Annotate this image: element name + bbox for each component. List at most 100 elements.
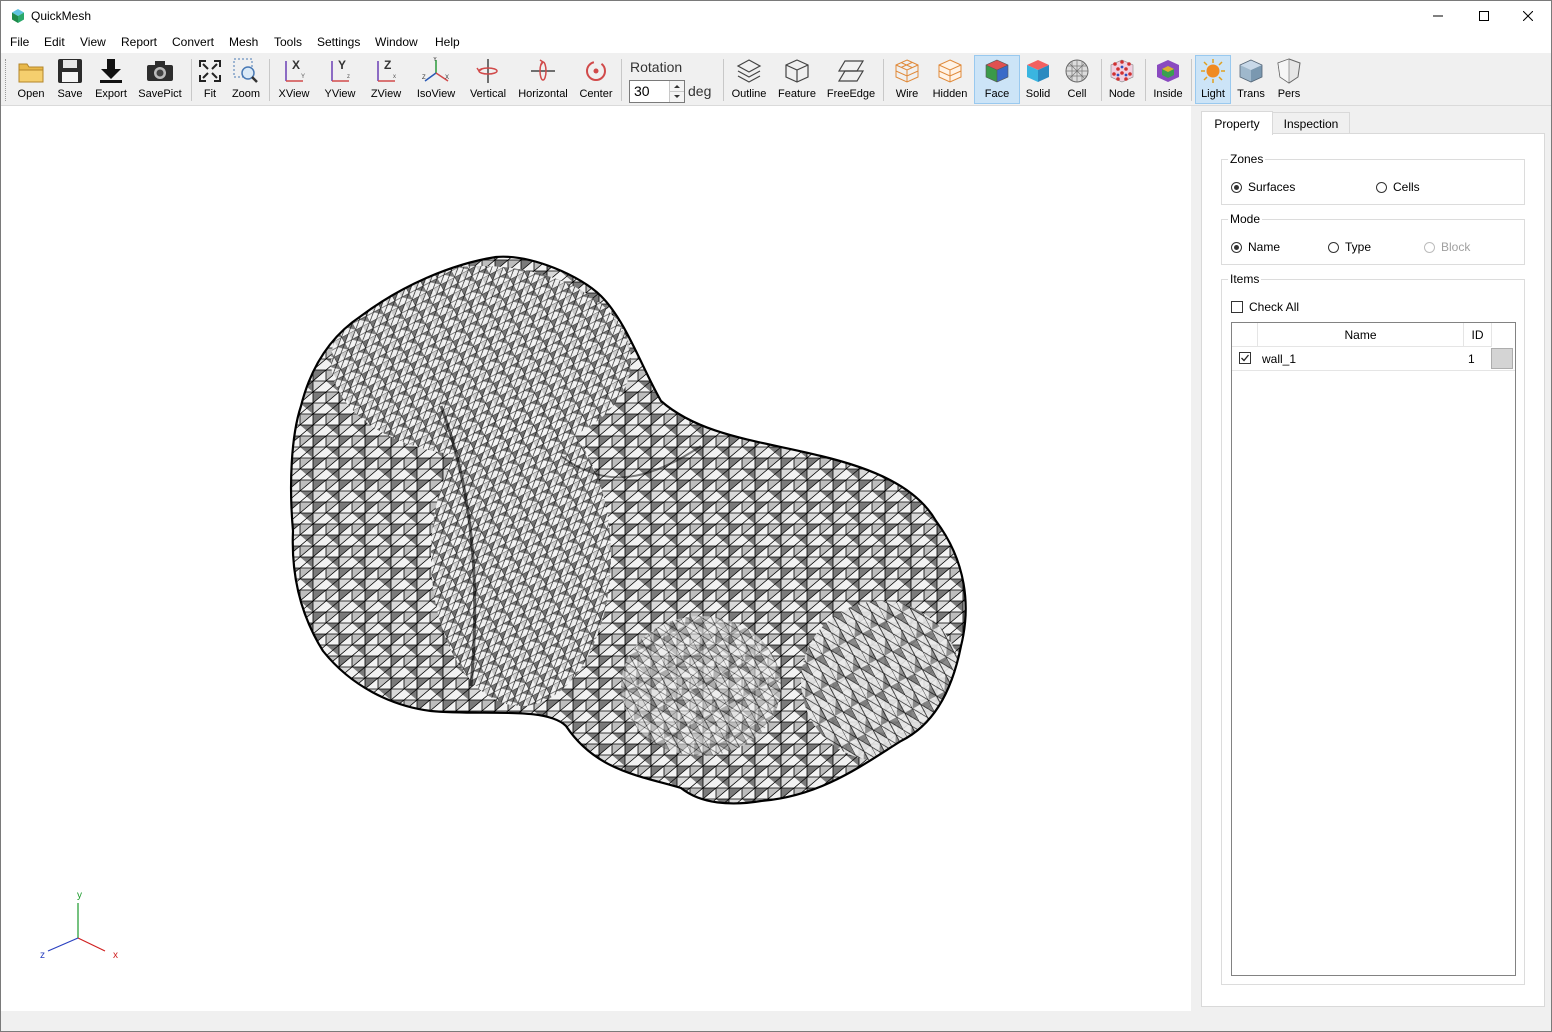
zview-button[interactable]: Z x ZView [367, 56, 405, 103]
toolbar-grip[interactable] [5, 59, 8, 101]
menu-mesh[interactable]: Mesh [229, 35, 258, 49]
rotation-label: Rotation [630, 59, 683, 75]
menu-report[interactable]: Report [121, 35, 157, 49]
menu-file[interactable]: File [10, 35, 29, 49]
save-button[interactable]: Save [53, 56, 87, 103]
menu-window[interactable]: Window [375, 35, 418, 49]
close-button[interactable] [1505, 1, 1551, 31]
radio-name-label: Name [1248, 240, 1281, 254]
radio-type[interactable]: Type [1328, 240, 1371, 254]
fit-button[interactable]: Fit [195, 56, 225, 103]
freeedge-button[interactable]: FreeEdge [825, 56, 877, 103]
pers-label: Pers [1277, 88, 1301, 100]
spin-up-icon[interactable] [670, 81, 684, 91]
svg-text:x: x [393, 74, 396, 80]
svg-text:X: X [445, 75, 449, 81]
menu-help[interactable]: Help [435, 35, 460, 49]
cell-button[interactable]: Cell [1061, 56, 1093, 103]
perspective-shield-icon [1277, 58, 1301, 84]
row-color-button[interactable] [1491, 348, 1513, 369]
horizontal-button[interactable]: Horizontal [515, 56, 571, 103]
inside-button[interactable]: Inside [1149, 56, 1187, 103]
menu-view[interactable]: View [80, 35, 106, 49]
wireframe-cube-icon [895, 59, 919, 83]
face-button[interactable]: Face [974, 55, 1020, 104]
table-header-check [1232, 323, 1258, 347]
3d-viewport[interactable]: y x z [1, 106, 1191, 1011]
yview-button[interactable]: Y z YView [321, 56, 359, 103]
rotation-value: 30 [634, 83, 650, 99]
zview-label: ZView [370, 88, 402, 100]
radio-cells-label: Cells [1393, 180, 1420, 194]
radio-surfaces-label: Surfaces [1248, 180, 1296, 194]
maximize-button[interactable] [1461, 1, 1507, 31]
vertical-button[interactable]: Vertical [467, 56, 509, 103]
solid-cube-icon [1027, 60, 1049, 82]
yview-label: YView [324, 88, 356, 100]
xview-button[interactable]: X Y XView [275, 56, 313, 103]
row-id: 1 [1468, 352, 1475, 366]
open-button[interactable]: Open [13, 56, 49, 103]
center-button[interactable]: Center [577, 56, 615, 103]
minimize-button[interactable] [1415, 1, 1461, 31]
menu-tools[interactable]: Tools [274, 35, 302, 49]
horizontal-rotate-icon [531, 59, 555, 81]
app-window: QuickMesh File Edit View Report Convert … [0, 0, 1552, 1032]
node-label: Node [1108, 88, 1136, 100]
menu-bar: File Edit View Report Convert Mesh Tools… [1, 31, 1551, 53]
menu-convert[interactable]: Convert [172, 35, 214, 49]
tab-inspection[interactable]: Inspection [1272, 112, 1350, 134]
menu-edit[interactable]: Edit [44, 35, 65, 49]
radio-surfaces[interactable]: Surfaces [1231, 180, 1295, 194]
spin-down-icon[interactable] [670, 92, 684, 102]
tab-inspection-label: Inspection [1283, 116, 1339, 131]
y-axis-view-icon: Y z [331, 58, 350, 82]
column-id-label: ID [1471, 327, 1484, 342]
transparent-cube-icon [1239, 59, 1263, 83]
trans-label: Trans [1237, 88, 1265, 100]
solid-button[interactable]: Solid [1021, 56, 1055, 103]
row-name: wall_1 [1262, 352, 1297, 366]
row-checkbox[interactable] [1239, 352, 1251, 364]
radio-block: Block [1424, 240, 1470, 254]
rotation-spinbox[interactable]: 30 [629, 80, 685, 103]
items-title: Items [1228, 272, 1262, 286]
save-label: Save [57, 88, 83, 100]
x-axis-view-icon: X Y [285, 58, 305, 82]
light-button[interactable]: Light [1195, 55, 1231, 104]
wire-button[interactable]: Wire [889, 56, 925, 103]
toolbar-separator [621, 59, 622, 101]
export-button[interactable]: Export [91, 56, 131, 103]
savepict-button[interactable]: SavePict [136, 56, 184, 103]
isometric-axes-icon: Y Z X [422, 57, 449, 82]
table-header-name[interactable]: Name [1258, 323, 1464, 347]
radio-name[interactable]: Name [1231, 240, 1280, 254]
trans-button[interactable]: Trans [1233, 56, 1269, 103]
menu-settings[interactable]: Settings [317, 35, 360, 49]
feature-button[interactable]: Feature [775, 56, 819, 103]
toolbar-separator [723, 59, 724, 101]
toolbar-separator [1191, 59, 1192, 101]
hidden-button[interactable]: Hidden [929, 56, 971, 103]
svg-text:Z: Z [384, 58, 391, 72]
isoview-button[interactable]: Y Z X IsoView [413, 56, 459, 103]
rotation-unit: deg [688, 83, 712, 99]
table-header-id[interactable]: ID [1464, 323, 1492, 347]
axis-z-label: z [40, 950, 45, 961]
check-all-checkbox[interactable]: Check All [1231, 300, 1299, 314]
table-row[interactable]: wall_1 1 [1232, 347, 1515, 371]
outline-button[interactable]: Outline [729, 56, 769, 103]
toolbar-separator [191, 59, 192, 101]
zoom-button[interactable]: Zoom [229, 56, 263, 103]
pers-button[interactable]: Pers [1273, 56, 1305, 103]
title-bar: QuickMesh [1, 1, 1551, 31]
tab-property[interactable]: Property [1201, 111, 1273, 135]
window-title: QuickMesh [31, 9, 92, 23]
column-name-label: Name [1344, 327, 1377, 342]
vertical-label: Vertical [469, 88, 507, 100]
maximize-icon [1479, 11, 1489, 21]
node-button[interactable]: Node [1105, 56, 1139, 103]
axis-triad: y x z [40, 890, 118, 961]
radio-cells[interactable]: Cells [1376, 180, 1420, 194]
z-axis-view-icon: Z x [377, 58, 396, 82]
